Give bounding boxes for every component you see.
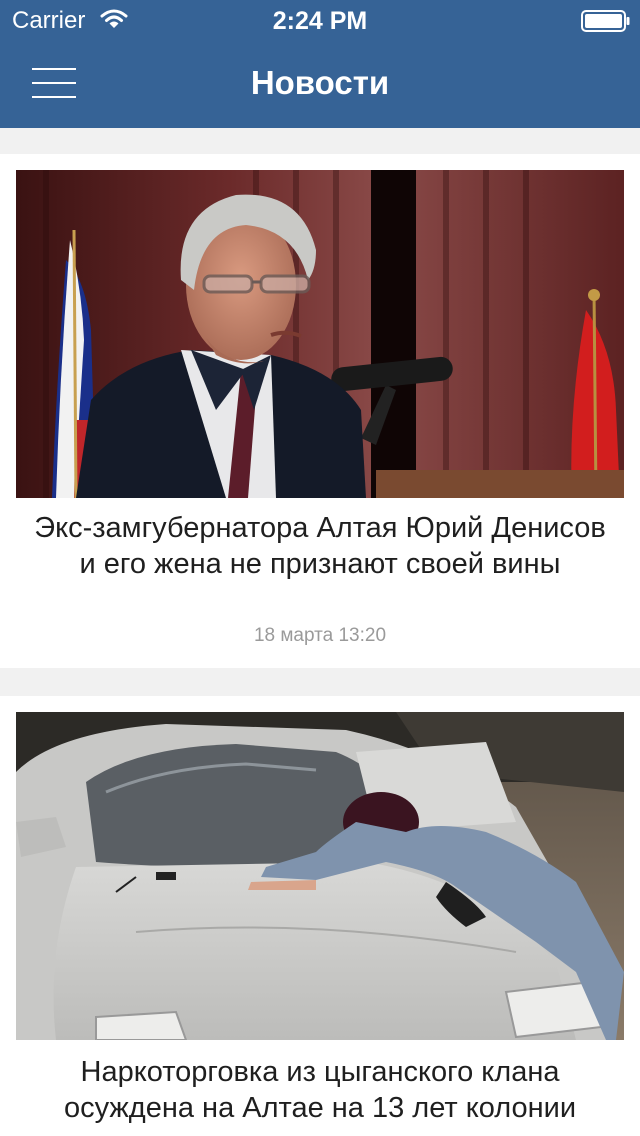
news-item[interactable]: Экс-замгубернатора Алтая Юрий Денисов и … — [0, 154, 640, 668]
navigation-bar: Новости — [0, 40, 640, 128]
news-item[interactable]: Наркоторговка из цыганского клана осужде… — [0, 696, 640, 1136]
news-date: 18 марта 13:20 — [253, 625, 387, 646]
news-image[interactable] — [16, 170, 624, 498]
news-title[interactable]: Наркоторговка из цыганского клана осужде… — [24, 1054, 616, 1126]
news-title[interactable]: Экс-замгубернатора Алтая Юрий Денисов и … — [24, 510, 616, 582]
app-header: Carrier 2:24 PM Новости — [0, 0, 640, 128]
status-bar: Carrier 2:24 PM — [0, 0, 640, 40]
car-photo — [16, 712, 624, 1040]
news-feed[interactable]: Экс-замгубернатора Алтая Юрий Денисов и … — [0, 128, 640, 1136]
battery-icon — [581, 10, 630, 32]
news-image[interactable] — [16, 712, 624, 1040]
speaker-photo — [16, 170, 624, 498]
page-title: Новости — [250, 64, 390, 101]
status-time: 2:24 PM — [272, 7, 368, 35]
